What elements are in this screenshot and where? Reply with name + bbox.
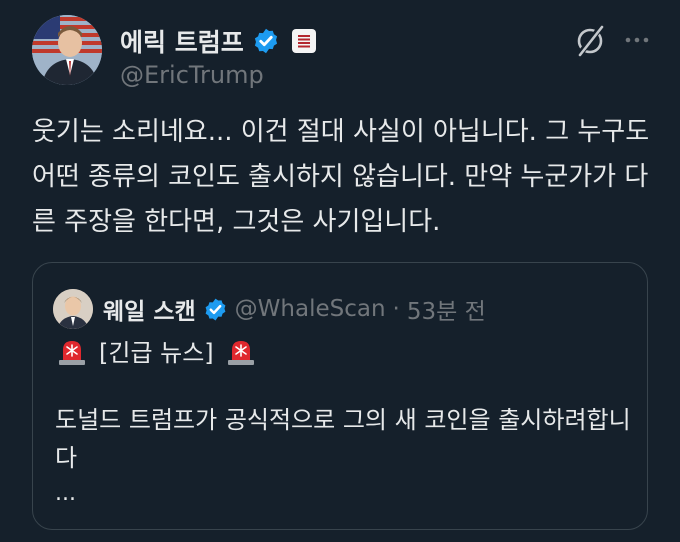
more-icon[interactable] (622, 25, 652, 55)
tweet-text: 웃기는 소리네요... 이건 절대 사실이 아닙니다. 그 누구도 어떤 종류의… (32, 117, 650, 237)
author-name[interactable]: 에릭 트럼프 (120, 23, 244, 59)
avatar[interactable] (32, 15, 102, 85)
quoted-tweet[interactable]: 웨일 스캔 @WhaleScan · 53분 전 [긴급 뉴스] 도널드 트럼프… (32, 262, 648, 530)
siren-emoji-icon (227, 340, 254, 365)
label-lines-icon (297, 35, 310, 48)
quoted-avatar[interactable] (53, 289, 93, 329)
quoted-author-handle[interactable]: @WhaleScan (235, 296, 386, 322)
avatar-image (32, 15, 102, 85)
quoted-header: 웨일 스캔 @WhaleScan · 53분 전 (103, 289, 486, 329)
quoted-text: 도널드 트럼프가 공식적으로 그의 새 코인을 출시하려합니다 (55, 406, 631, 472)
author-handle[interactable]: @EricTrump (120, 61, 264, 89)
siren-emoji-icon (59, 340, 85, 365)
quoted-truncation: ... (55, 481, 76, 506)
verified-badge-icon (254, 28, 277, 54)
dot-separator: · (392, 296, 400, 322)
grok-icon[interactable] (572, 23, 608, 59)
quoted-timestamp[interactable]: 53분 전 (407, 292, 486, 326)
quoted-headline: [긴급 뉴스] (99, 339, 214, 367)
quoted-headline-row: [긴급 뉴스] (55, 333, 258, 368)
quoted-author-name[interactable]: 웨일 스캔 (103, 292, 196, 326)
author-name-row: 에릭 트럼프 (120, 23, 316, 59)
verified-badge-icon (205, 298, 226, 320)
tweet-header: 에릭 트럼프 @EricTrump (32, 15, 652, 95)
government-label-icon[interactable] (291, 29, 316, 53)
quoted-avatar-image (53, 289, 93, 329)
